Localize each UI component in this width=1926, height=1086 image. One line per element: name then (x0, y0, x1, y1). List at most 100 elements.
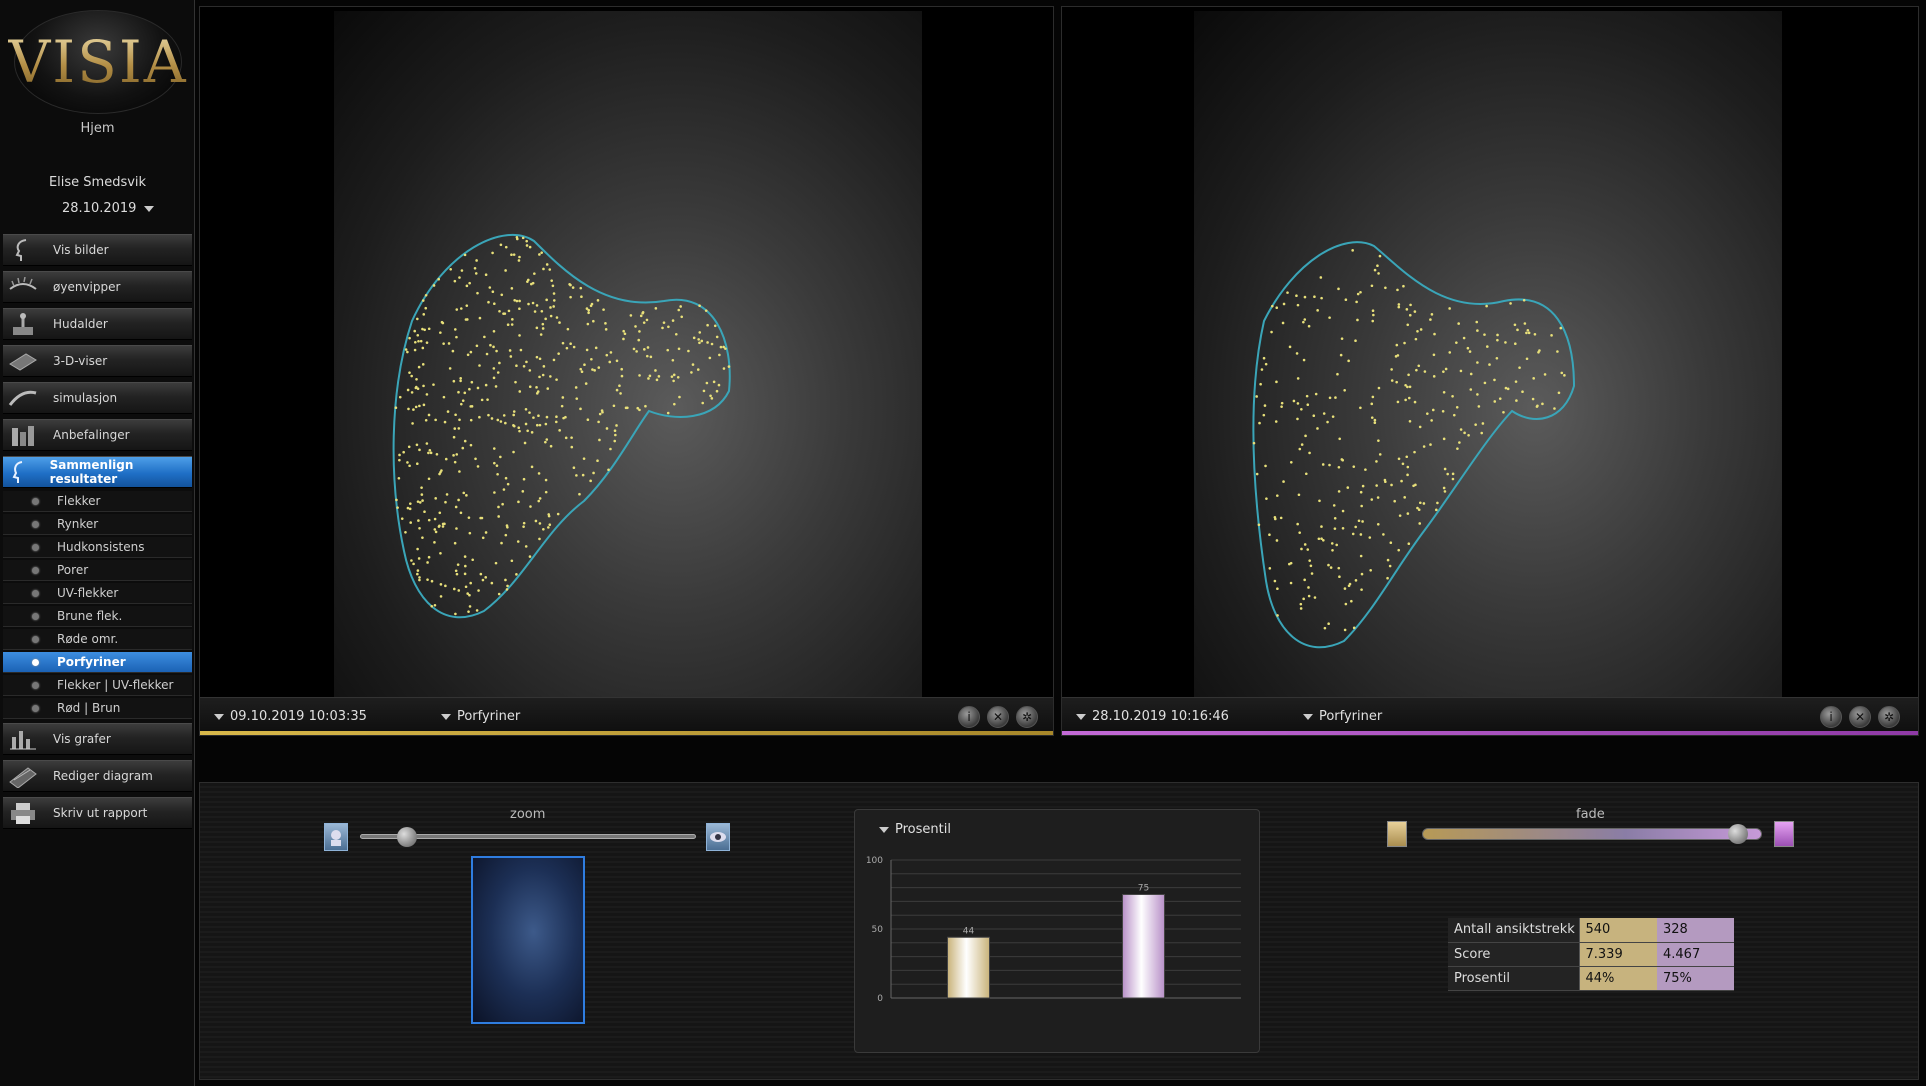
porphyrin-spot (460, 402, 463, 406)
nav-anbefalinger[interactable]: Anbefalinger (3, 419, 192, 451)
porphyrin-spot (445, 493, 449, 496)
porphyrin-spot (538, 375, 541, 379)
porphyrin-spot (1302, 597, 1305, 601)
porphyrin-spot (492, 367, 496, 370)
settings-icon[interactable]: ✲ (1878, 706, 1900, 728)
porphyrin-spot (441, 525, 445, 528)
porphyrin-spot (1406, 323, 1410, 327)
sub-item-porer[interactable]: Porer (3, 560, 192, 581)
porphyrin-spot (460, 269, 464, 272)
sub-item-hudkonsistens[interactable]: Hudkonsistens (3, 537, 192, 558)
nav-vis-bilder[interactable]: Vis bilder (3, 234, 192, 266)
sub-item-flekker-uv-flekker[interactable]: Flekker | UV-flekker (3, 675, 192, 696)
porphyrin-spot (535, 423, 539, 427)
porphyrin-spot (455, 572, 459, 576)
sub-item-uv-flekker[interactable]: UV-flekker (3, 583, 192, 604)
chevron-down-icon[interactable] (440, 713, 451, 720)
porphyrin-spot (1275, 380, 1278, 384)
nav-skriv-ut-rapport[interactable]: Skriv ut rapport (3, 797, 192, 829)
porphyrin-spot (522, 521, 526, 525)
porphyrin-spot (1351, 249, 1354, 252)
fade-right-swatch-icon[interactable] (1774, 821, 1794, 847)
porphyrin-spot (561, 341, 565, 345)
porphyrin-spot (505, 588, 509, 591)
chevron-down-icon[interactable] (1302, 713, 1313, 720)
sub-item-rynker[interactable]: Rynker (3, 514, 192, 535)
porphyrin-spot (453, 587, 456, 591)
sub-item-rode-omr[interactable]: Røde omr. (3, 629, 192, 650)
info-icon[interactable]: i (1820, 706, 1842, 728)
nav-vis-grafer[interactable]: Vis grafer (3, 723, 192, 755)
porphyrin-spot (415, 443, 419, 447)
home-link[interactable]: Hjem (0, 121, 195, 136)
nav-3d-viser[interactable]: 3-D-viser (3, 345, 192, 377)
nav-oyenvipper[interactable]: øyenvipper (3, 271, 192, 303)
porphyrin-spot (1451, 472, 1455, 476)
porphyrin-spot (575, 397, 579, 400)
porphyrin-spot (490, 581, 494, 585)
porphyrin-spot (1298, 447, 1302, 451)
porphyrin-spot (1533, 333, 1537, 336)
porphyrin-spot (1336, 372, 1339, 376)
porphyrin-spot (467, 610, 470, 613)
info-icon[interactable]: i (958, 706, 980, 728)
porphyrin-spot (459, 379, 462, 383)
fade-left-swatch-icon[interactable] (1387, 821, 1407, 847)
visia-logo[interactable]: VISIA (8, 10, 186, 114)
fade-slider-track[interactable] (1422, 828, 1762, 840)
close-icon[interactable]: ✕ (987, 706, 1009, 728)
nav-hudalder[interactable]: Hudalder (3, 308, 192, 340)
porphyrin-spot (1397, 303, 1401, 306)
analysis-mode-selector[interactable]: Porfyriner (1319, 709, 1382, 724)
porphyrin-spot (1288, 345, 1292, 349)
zoom-slider-thumb[interactable] (397, 827, 418, 847)
face-image-right[interactable] (1194, 11, 1782, 733)
fade-slider-thumb[interactable] (1728, 824, 1749, 844)
nav-rediger-diagram[interactable]: Rediger diagram (3, 760, 192, 792)
porphyrin-spot (1400, 479, 1403, 483)
porphyrin-spot (1341, 526, 1345, 530)
porphyrin-spot (1352, 626, 1356, 630)
sub-item-brune-flek[interactable]: Brune flek. (3, 606, 192, 627)
porphyrin-spot (1406, 385, 1409, 389)
porphyrin-spot (477, 589, 480, 592)
sub-item-rod-brun[interactable]: Rød | Brun (3, 698, 192, 719)
capture-timestamp[interactable]: 09.10.2019 10:03:35 (230, 709, 367, 724)
porphyrin-spot (1328, 463, 1331, 467)
porphyrin-spot (452, 379, 456, 383)
nav-sammenlign-resultater[interactable]: Sammenlign resultater (3, 456, 192, 488)
porphyrin-spot (1496, 338, 1499, 342)
porphyrin-spot (430, 579, 434, 583)
porphyrin-spot (1370, 402, 1374, 406)
porphyrin-spot (1346, 486, 1350, 489)
chevron-down-icon[interactable] (214, 713, 224, 720)
capture-timestamp[interactable]: 28.10.2019 10:16:46 (1092, 709, 1229, 724)
bar-value-label: 75 (1138, 884, 1149, 894)
porphyrin-spot (1452, 413, 1456, 417)
analysis-mode-selector[interactable]: Porfyriner (457, 709, 520, 724)
table-row: Antall ansiktstrekk 540 328 (1448, 918, 1734, 943)
zoom-in-eye-icon[interactable] (706, 823, 730, 851)
porphyrin-spot (569, 283, 572, 287)
porphyrin-spot (1413, 400, 1417, 404)
porphyrin-spot (596, 299, 600, 302)
face-image-left[interactable] (334, 11, 922, 733)
session-date-selector[interactable]: 28.10.2019 (62, 201, 155, 216)
porphyrin-spot (523, 441, 527, 445)
porphyrin-spot (444, 457, 448, 461)
porphyrin-spot (424, 306, 428, 310)
porphyrin-spot (535, 386, 538, 389)
sub-item-flekker[interactable]: Flekker (3, 491, 192, 512)
porphyrin-spot (1390, 483, 1393, 487)
sub-item-porfyriner[interactable]: Porfyriner (3, 652, 192, 673)
nav-simulasjon[interactable]: simulasjon (3, 382, 192, 414)
close-icon[interactable]: ✕ (1849, 706, 1871, 728)
chevron-down-icon[interactable] (1076, 713, 1086, 720)
porphyrin-spot (1451, 394, 1454, 398)
navigator-thumbnail[interactable] (471, 856, 585, 1024)
zoom-out-face-icon[interactable] (324, 823, 348, 851)
settings-icon[interactable]: ✲ (1016, 706, 1038, 728)
porphyrin-spot (1296, 522, 1299, 526)
nav-label: Sammenlign resultater (49, 458, 134, 486)
porphyrin-spot (1436, 501, 1439, 505)
